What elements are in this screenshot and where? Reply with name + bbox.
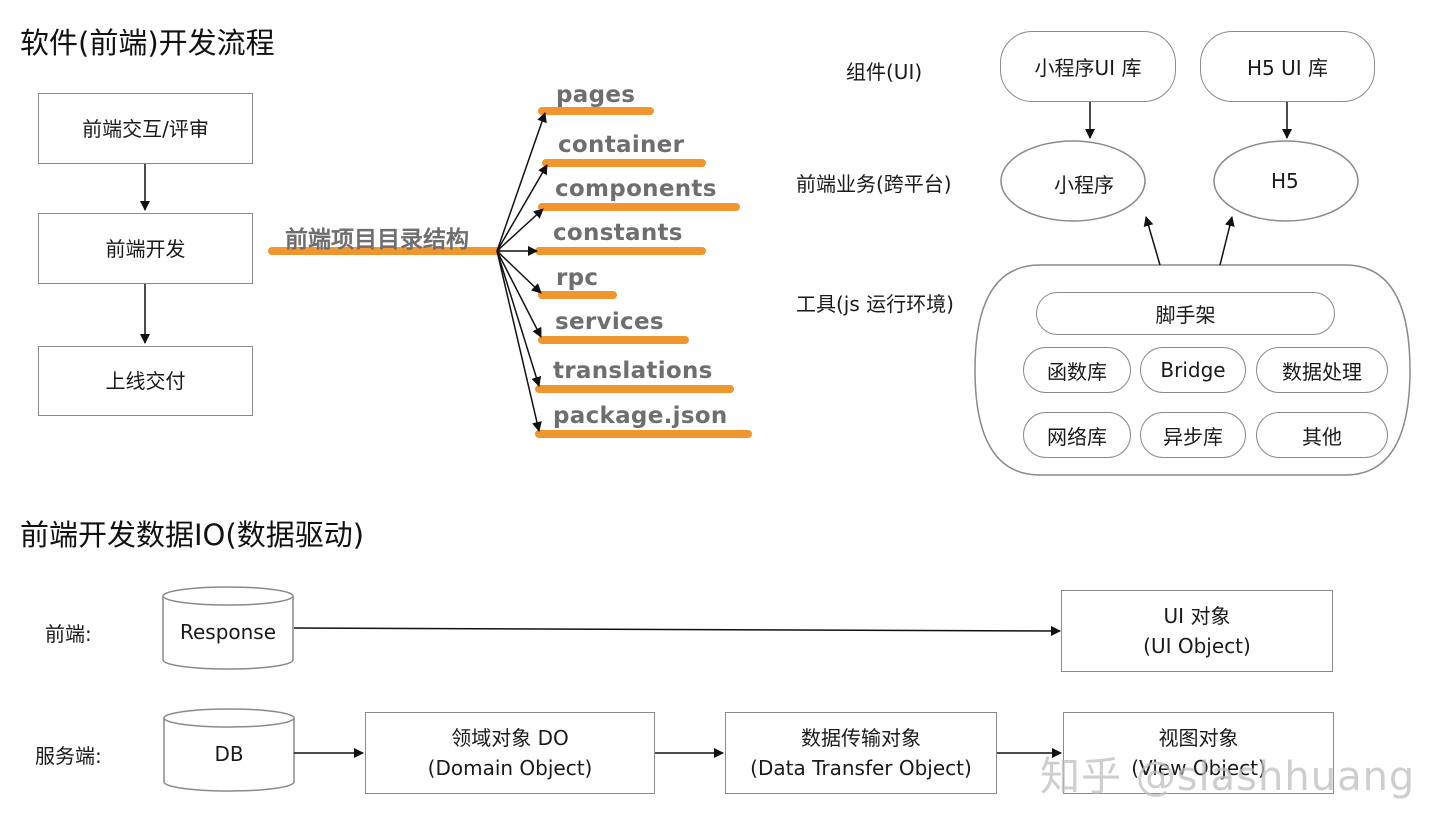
directory-underlines [268,107,752,438]
platform-miniprogram-label: 小程序 [1054,173,1114,197]
arrow-services [496,250,542,338]
db-label: DB [214,742,244,766]
flow-step-release-label: 上线交付 [105,369,186,393]
platform-h5-label: H5 [1271,169,1299,193]
dto-title: 数据传输对象 [801,726,921,750]
arrow-tools-to-miniprogram [1143,216,1161,266]
section2-title: 前端开发数据IO(数据驱动) [20,518,365,552]
tool-bridge: Bridge [1140,347,1246,393]
tool-async-lib: 异步库 [1140,412,1246,458]
dir-item-rpc: rpc [556,265,599,291]
tool-bridge-label: Bridge [1160,358,1226,382]
domain-object-box: 领域对象 DO (Domain Object) [365,712,655,794]
dir-item-translations: translations [553,358,713,384]
tool-others: 其他 [1256,412,1388,458]
row-label-business: 前端业务(跨平台) [796,172,952,196]
directory-arrows [496,112,548,432]
tool-data-processing: 数据处理 [1256,347,1388,393]
section1-title: 软件(前端)开发流程 [20,26,275,60]
flow-step-review: 前端交互/评审 [38,93,253,164]
domain-object-title: 领域对象 DO [451,726,569,750]
row-label-components: 组件(UI) [846,60,923,84]
ui-object-box: UI 对象 (UI Object) [1061,590,1333,672]
dir-item-constants: constants [553,220,683,246]
scaffold: 脚手架 [1036,292,1335,335]
arrow-package-json [496,250,542,432]
watermark: 知乎 @slashhuang [1040,754,1416,800]
tool-data-processing-label: 数据处理 [1282,359,1362,384]
tool-others-label: 其他 [1302,424,1342,449]
dir-item-services: services [555,309,664,335]
tool-function-lib: 函数库 [1023,347,1131,393]
uilib-h5: H5 UI 库 [1200,31,1375,102]
arrow-rpc [496,250,542,294]
dir-item-container: container [558,132,685,158]
row-label-tools: 工具(js 运行环境) [796,292,954,316]
arrow-pages [496,112,547,252]
response-label: Response [179,620,277,644]
arrow-response-to-ui-object [293,625,1061,636]
tool-network-lib: 网络库 [1023,412,1131,458]
uilib-h5-label: H5 UI 库 [1246,56,1328,80]
arrow-tools-to-h5 [1219,216,1235,266]
scaffold-label: 脚手架 [1155,303,1216,327]
server-label: 服务端: [35,744,102,768]
frontend-label: 前端: [45,622,92,646]
dto-box: 数据传输对象 (Data Transfer Object) [725,712,997,794]
dir-item-components: components [555,176,717,202]
arrow-container [496,164,548,252]
arrow-translations [496,250,542,387]
dto-subtitle: (Data Transfer Object) [750,756,972,780]
tool-function-lib-label: 函数库 [1047,359,1107,384]
flow-step-develop-label: 前端开发 [105,236,186,261]
tool-async-lib-label: 异步库 [1163,424,1223,449]
flow-step-review-label: 前端交互/评审 [82,116,209,141]
uilib-miniprogram-label: 小程序UI 库 [1034,56,1142,80]
uilib-miniprogram: 小程序UI 库 [1000,31,1176,102]
ui-object-title: UI 对象 [1163,604,1231,628]
tool-network-lib-label: 网络库 [1047,424,1107,449]
directory-root: 前端项目目录结构 [285,227,469,253]
flow-step-develop: 前端开发 [38,213,253,284]
dir-item-pages: pages [556,82,636,108]
flow-step-release: 上线交付 [38,346,253,416]
dir-item-package-json: package.json [553,403,728,429]
ui-object-subtitle: (UI Object) [1143,634,1251,658]
domain-object-subtitle: (Domain Object) [427,756,593,780]
arrow-components [496,208,544,252]
